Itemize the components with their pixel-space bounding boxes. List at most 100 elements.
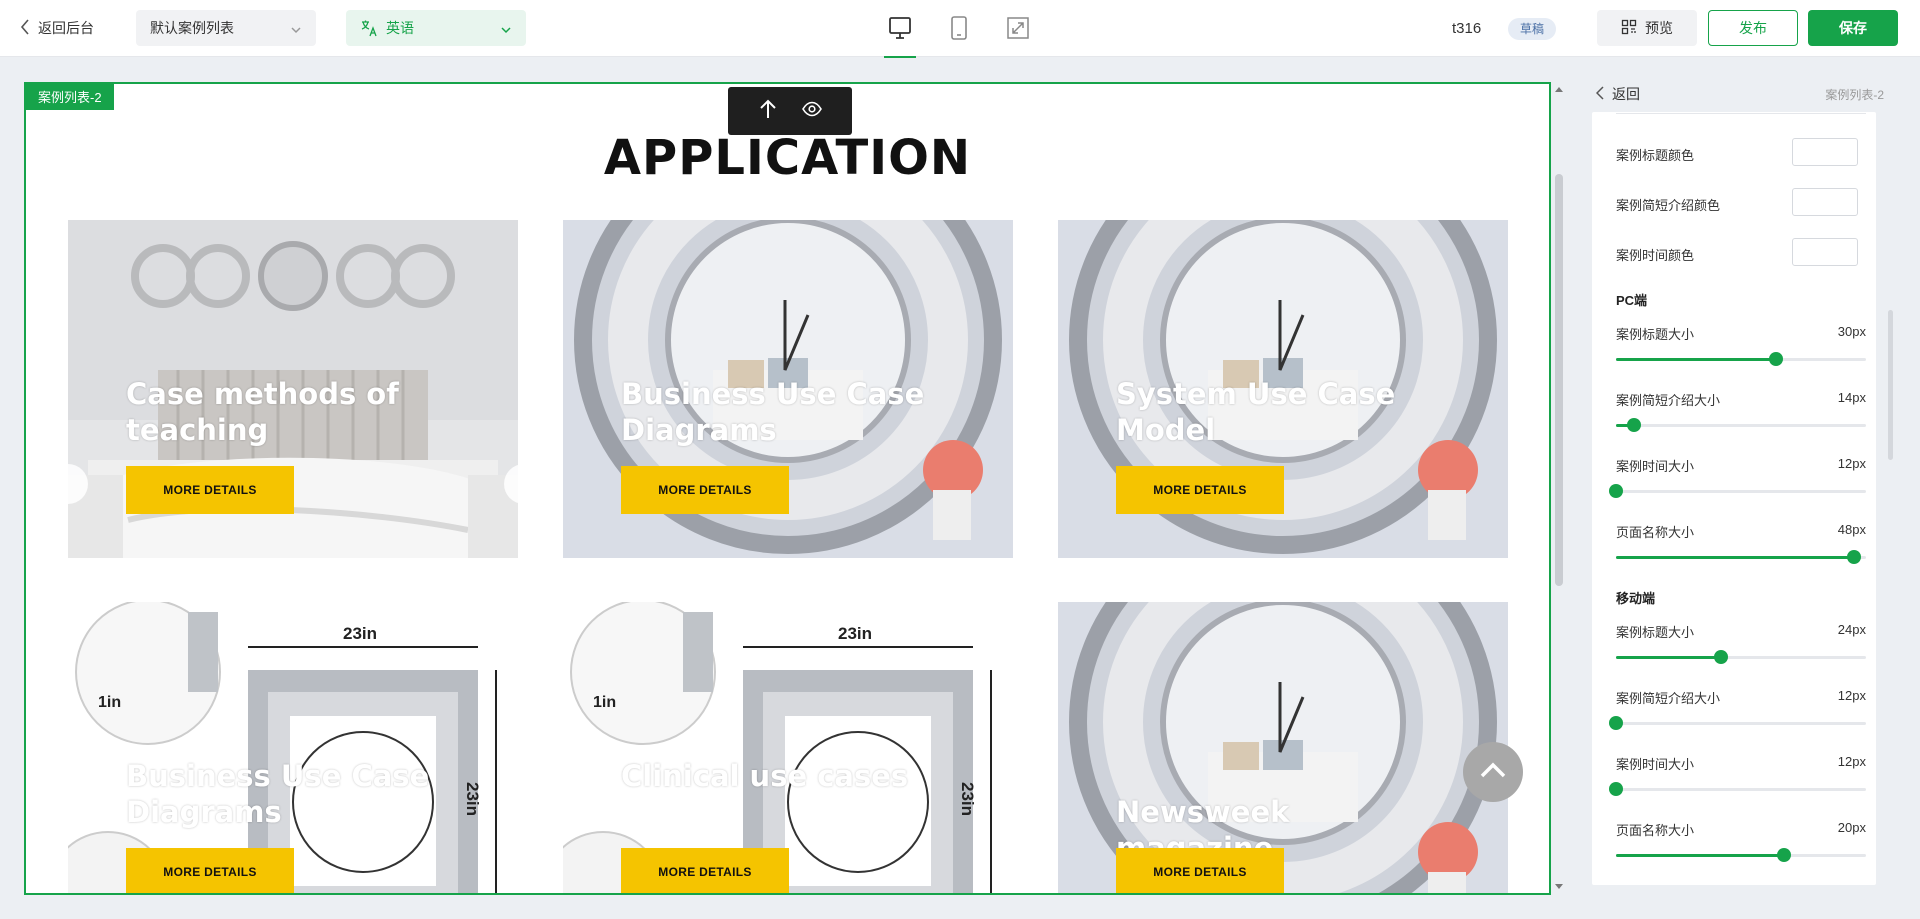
desktop-view-button[interactable] (884, 14, 916, 58)
editor-canvas[interactable]: 案例列表-2 APPLICATION Case methods of teach… (24, 82, 1551, 895)
case-title: System Use Case Model (1116, 377, 1396, 447)
case-card[interactable]: 23in 23in 1in Business Use Case Diagrams… (68, 602, 518, 893)
slider-track[interactable] (1616, 848, 1866, 862)
case-title: Business Use Case Diagrams (126, 759, 430, 829)
case-card[interactable]: Newsweek magazine MORE DETAILS (1058, 602, 1508, 893)
case-list-select-value: 默认案例列表 (150, 20, 234, 36)
slider-handle[interactable] (1846, 550, 1861, 564)
slider-track[interactable] (1609, 716, 1866, 730)
chevron-left-icon (20, 18, 30, 38)
slider-label: 案例时间大小 (1616, 757, 1695, 772)
settings-panel: 案例标题颜色 案例简短介绍颜色 案例时间颜色 PC端 案例标题大小 30px 案… (1592, 112, 1876, 885)
section-title-mobile: 移动端 (1616, 591, 1656, 606)
slider-value: 20px (1837, 820, 1866, 835)
more-details-button[interactable]: MORE DETAILS (621, 466, 789, 514)
tablet-icon (948, 15, 970, 46)
color-setting-label: 案例简短介绍颜色 (1616, 198, 1721, 213)
arrow-up-icon[interactable] (758, 98, 778, 125)
canvas-scrollbar-thumb[interactable] (1555, 174, 1563, 586)
back-to-admin-label: 返回后台 (38, 20, 94, 36)
eye-icon[interactable] (802, 101, 822, 122)
canvas-scrollbar[interactable] (1553, 82, 1565, 895)
case-list-select[interactable]: 默认案例列表 (136, 10, 316, 46)
publish-button[interactable]: 发布 (1708, 10, 1798, 46)
chevron-down-icon (500, 22, 512, 38)
slider-row: 案例时间大小 12px (1609, 754, 1866, 800)
site-code: t316 (1452, 20, 1482, 37)
translate-icon (360, 19, 378, 37)
dimension-depth-label: 1in (98, 694, 122, 711)
chevron-up-icon (1479, 761, 1507, 784)
color-picker[interactable] (1792, 138, 1858, 166)
more-details-button[interactable]: MORE DETAILS (1116, 466, 1284, 514)
slider-label: 案例简短介绍大小 (1616, 393, 1721, 408)
dimension-width-label: 23in (343, 624, 378, 643)
color-setting-row: 案例标题颜色 (1616, 138, 1866, 166)
back-to-admin-link[interactable]: 返回后台 (20, 18, 94, 38)
slider-value: 30px (1837, 324, 1866, 339)
color-picker[interactable] (1792, 238, 1858, 266)
slider-value: 12px (1837, 456, 1866, 471)
slider-track[interactable] (1616, 418, 1866, 432)
color-setting-row: 案例简短介绍颜色 (1616, 188, 1866, 216)
slider-value: 48px (1837, 522, 1866, 537)
case-title: Case methods of teaching (126, 377, 399, 447)
slider-track[interactable] (1609, 782, 1866, 796)
language-select-value: 英语 (386, 20, 414, 36)
case-card[interactable]: 23in 23in 1in Clinical use cases MORE DE… (563, 602, 1013, 893)
color-setting-label: 案例标题颜色 (1616, 148, 1695, 163)
slider-track[interactable] (1616, 352, 1866, 366)
slider-track[interactable] (1609, 484, 1866, 498)
save-button[interactable]: 保存 (1808, 10, 1898, 46)
slider-track[interactable] (1616, 650, 1866, 664)
slider-handle[interactable] (1609, 782, 1623, 796)
chevron-down-icon (290, 22, 302, 38)
more-details-button[interactable]: MORE DETAILS (621, 848, 789, 893)
slider-label: 案例简短介绍大小 (1616, 691, 1721, 706)
panel-scrollbar[interactable] (1888, 112, 1894, 885)
page-heading: APPLICATION (603, 130, 972, 186)
slider-handle[interactable] (1609, 484, 1623, 498)
slider-row: 案例时间大小 12px (1609, 456, 1866, 502)
case-card[interactable]: System Use Case Model MORE DETAILS (1058, 220, 1508, 558)
slider-fill (1616, 854, 1784, 857)
slider-row: 页面名称大小 20px (1616, 820, 1866, 866)
carousel-next-handle[interactable] (504, 464, 544, 504)
dimension-width-label: 23in (838, 624, 873, 643)
panel-header: 返回 案例列表-2 (1592, 82, 1892, 112)
case-card[interactable]: Business Use Case Diagrams MORE DETAILS (563, 220, 1013, 558)
module-toolbar (728, 87, 852, 135)
slider-fill (1616, 656, 1721, 659)
more-details-button[interactable]: MORE DETAILS (126, 466, 294, 514)
breadcrumb: 案例列表-2 (1825, 88, 1884, 102)
fullscreen-button[interactable] (1002, 14, 1034, 46)
slider-fill (1616, 358, 1776, 361)
case-card[interactable]: Case methods of teaching MORE DETAILS (68, 220, 518, 558)
carousel-prev-handle[interactable] (48, 464, 88, 504)
tablet-view-button[interactable] (943, 14, 975, 46)
slider-handle[interactable] (1609, 716, 1623, 730)
slider-track[interactable] (1616, 550, 1866, 564)
slider-handle[interactable] (1714, 650, 1728, 664)
case-title: Business Use Case Diagrams (621, 377, 925, 447)
more-details-button[interactable]: MORE DETAILS (1116, 848, 1284, 893)
slider-fill (1616, 556, 1854, 559)
expand-icon (1006, 16, 1030, 45)
slider-handle[interactable] (1776, 848, 1791, 862)
panel-back-button[interactable]: 返回 (1595, 84, 1640, 104)
slider-label: 页面名称大小 (1616, 525, 1695, 540)
slider-row: 案例标题大小 30px (1616, 324, 1866, 370)
color-setting-label: 案例时间颜色 (1616, 248, 1695, 263)
slider-handle[interactable] (1626, 418, 1641, 432)
slider-row: 案例标题大小 24px (1616, 622, 1866, 668)
section-title-pc: PC端 (1616, 293, 1648, 308)
preview-button[interactable]: 预览 (1597, 10, 1697, 46)
scroll-to-top-button[interactable] (1463, 742, 1523, 802)
status-badge: 草稿 (1508, 18, 1557, 40)
color-picker[interactable] (1792, 188, 1858, 216)
more-details-button[interactable]: MORE DETAILS (126, 848, 294, 893)
slider-handle[interactable] (1769, 352, 1783, 366)
slider-value: 12px (1837, 754, 1866, 769)
language-select[interactable]: 英语 (346, 10, 526, 46)
panel-scrollbar-thumb[interactable] (1888, 310, 1893, 460)
